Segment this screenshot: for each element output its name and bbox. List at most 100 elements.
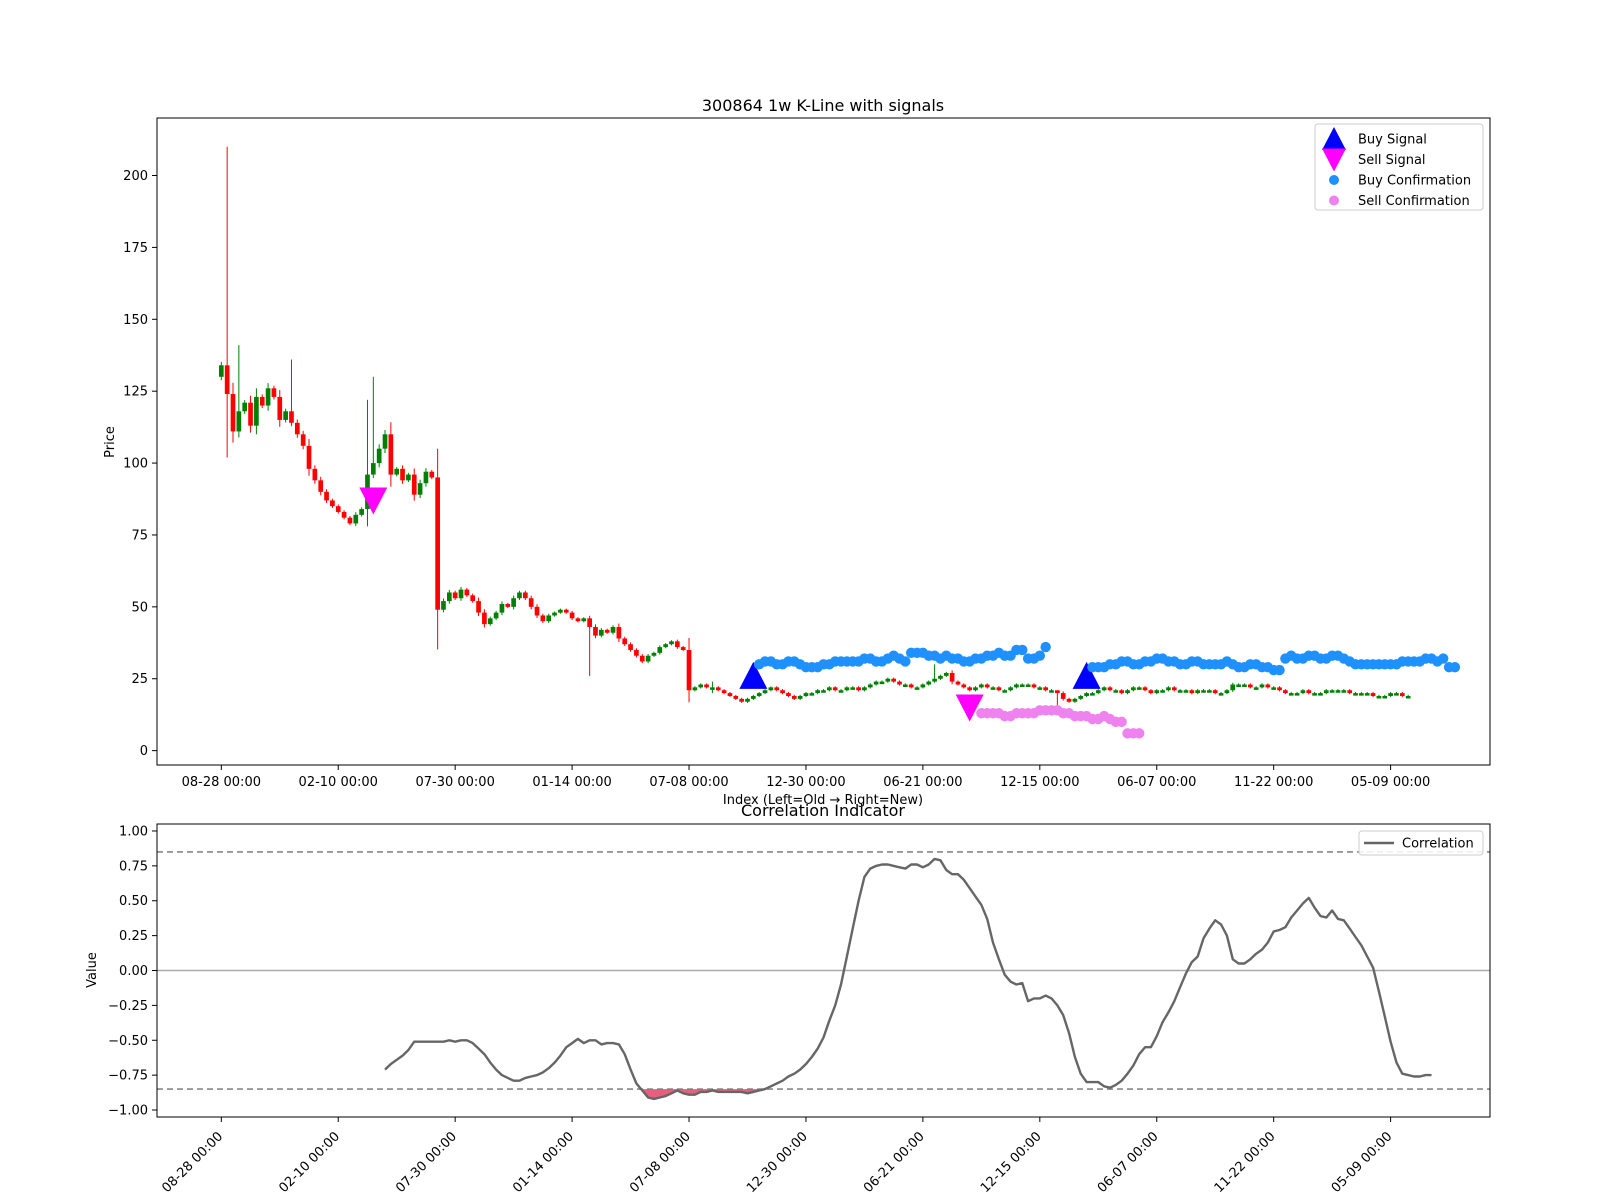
candle-body — [411, 474, 417, 495]
signal-markers — [359, 487, 1461, 739]
candle-body — [1376, 695, 1382, 699]
candle-body — [745, 698, 750, 702]
correlation-ytick-label: 0.50 — [119, 894, 148, 909]
figure: 300864 1w K-Line with signals 0 25 50 75 100… — [85, 96, 1491, 1196]
candle-body — [347, 517, 353, 524]
candle-body — [1154, 690, 1160, 694]
candle-body — [318, 480, 324, 492]
candle-body — [1212, 690, 1218, 694]
correlation-title: Correlation Indicator — [741, 801, 905, 820]
candle-body — [1166, 687, 1171, 691]
candle-body — [645, 655, 651, 662]
kline-ytick-label: 75 — [131, 528, 148, 543]
candle-body — [1043, 687, 1049, 691]
candle-body — [1148, 690, 1154, 694]
candle-body — [1160, 690, 1165, 693]
correlation-xtick-label: 06-21 00:00 — [861, 1129, 928, 1196]
candle-body — [464, 589, 470, 596]
candle-body — [552, 612, 557, 616]
correlation-x-axis: 08-28 00:00 02-10 00:00 07-30 00:00 01-14 0… — [159, 1117, 1395, 1196]
candle-body — [1131, 687, 1136, 691]
candle-body — [1277, 687, 1282, 691]
candle-body — [604, 629, 610, 633]
correlation-ytick-label: −0.75 — [108, 1069, 148, 1084]
candle-body — [838, 690, 844, 693]
candle-body — [996, 687, 1002, 691]
candle-body — [856, 687, 861, 691]
candle-body — [1388, 693, 1393, 696]
candle-body — [493, 612, 499, 619]
candle-body — [920, 684, 926, 688]
candle-body — [394, 468, 400, 475]
candle-body — [710, 687, 715, 690]
candle-body — [1288, 693, 1294, 696]
candle-body — [908, 684, 914, 688]
candle-body — [1101, 687, 1107, 691]
candle-body — [809, 693, 815, 696]
candle-body — [832, 687, 838, 691]
candle-body — [1014, 684, 1019, 688]
candle-body — [265, 388, 271, 406]
candle-body — [353, 514, 359, 524]
kline-xtick-label: 12-30 00:00 — [766, 775, 845, 790]
candle-body — [458, 589, 464, 599]
kline-xtick-label: 12-15 00:00 — [1000, 775, 1079, 790]
candle-body — [224, 365, 230, 395]
candle-body — [862, 687, 867, 691]
candle-body — [844, 687, 850, 691]
candle-body — [1359, 693, 1364, 696]
candle-body — [1247, 684, 1253, 688]
candle-body — [651, 652, 657, 656]
candle-body — [926, 681, 932, 685]
candle-body — [692, 687, 698, 691]
buy-confirmation-dot — [1449, 662, 1461, 673]
candle-body — [1119, 690, 1125, 694]
candle-body — [563, 609, 569, 613]
candle-body — [727, 693, 733, 696]
candle-body — [1230, 684, 1236, 691]
candle-body — [1037, 687, 1043, 690]
candle-body — [259, 396, 265, 406]
candle-body — [955, 681, 961, 685]
buy-confirmation-dot — [900, 656, 911, 667]
candle-body — [376, 448, 382, 464]
candle-body — [797, 695, 803, 699]
candle-body — [312, 468, 318, 481]
candle-body — [680, 647, 686, 650]
candle-body — [669, 641, 674, 645]
candles — [218, 146, 1411, 711]
correlation-xtick-label: 01-14 00:00 — [510, 1129, 577, 1196]
candle-body — [1084, 693, 1089, 696]
kline-ytick-label: 0 — [140, 744, 148, 759]
candle-body — [704, 684, 709, 688]
kline-xtick-label: 02-10 00:00 — [299, 775, 378, 790]
correlation-ytick-label: −0.50 — [108, 1034, 148, 1049]
kline-legend-label: Sell Signal — [1358, 153, 1426, 168]
candle-body — [558, 609, 563, 613]
correlation-xtick-label: 08-28 00:00 — [159, 1129, 226, 1196]
candle-body — [1353, 693, 1358, 696]
correlation-chart: Correlation Indicator −1.00 −0.75 −0.50 −0.… — [85, 801, 1491, 1196]
candle-body — [803, 693, 809, 696]
kline-legend-label: Buy Confirmation — [1358, 174, 1471, 189]
candle-body — [762, 690, 768, 694]
legend-buy-confirmation-icon — [1329, 175, 1339, 185]
kline-ytick-label: 150 — [123, 313, 148, 328]
correlation-xtick-label: 12-30 00:00 — [744, 1129, 811, 1196]
candle-body — [1066, 698, 1072, 702]
candle-body — [528, 598, 534, 607]
correlation-xtick-label: 11-22 00:00 — [1212, 1129, 1279, 1196]
candle-body — [1008, 687, 1013, 691]
kline-ytick-label: 200 — [123, 169, 148, 184]
sell-confirmation-dot — [1116, 716, 1127, 728]
candle-body — [1195, 690, 1201, 694]
candle-body — [1177, 690, 1183, 693]
candle-body — [1364, 693, 1370, 696]
candle-body — [885, 678, 891, 682]
legend-sell-confirmation-icon — [1329, 195, 1339, 206]
candle-body — [534, 606, 540, 616]
candle-body — [1183, 690, 1189, 693]
candle-body — [739, 698, 744, 702]
candle-body — [294, 422, 300, 435]
kline-xtick-label: 06-21 00:00 — [883, 775, 962, 790]
